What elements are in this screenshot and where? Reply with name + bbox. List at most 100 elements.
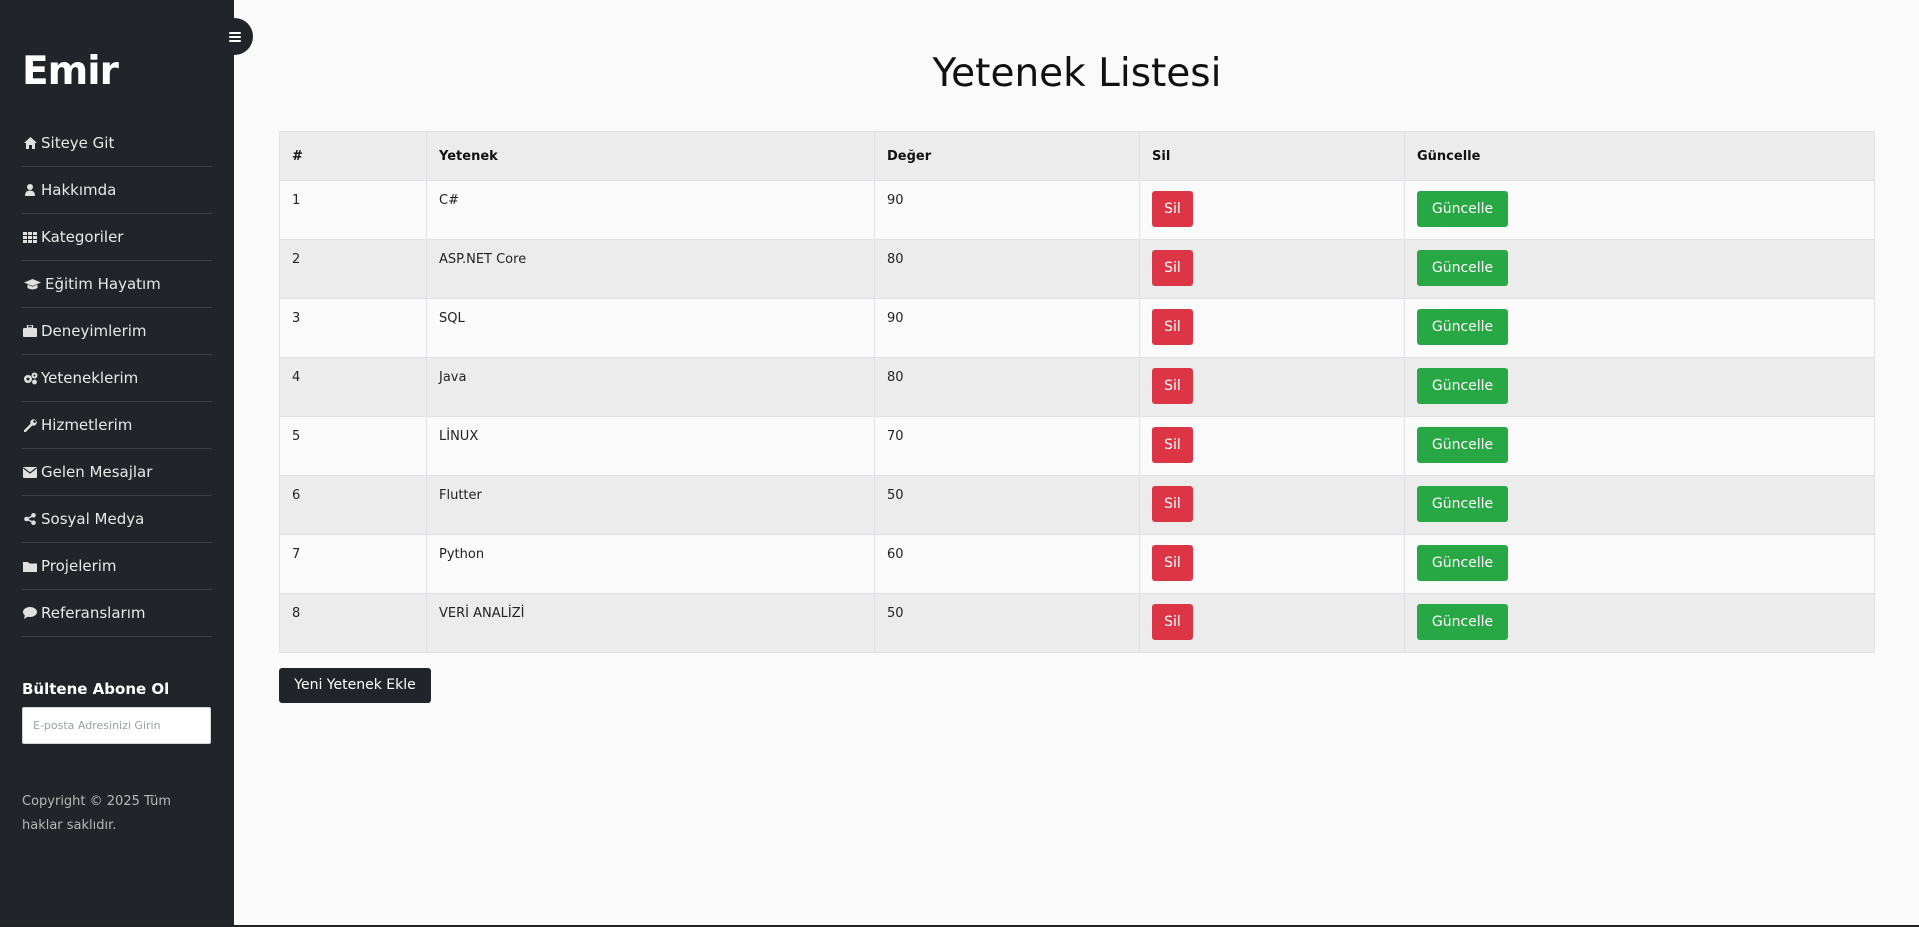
- sidebar-item-yeteneklerim[interactable]: Yeteneklerim: [22, 355, 212, 402]
- cell-skill: Python: [426, 534, 875, 594]
- cell-number: 6: [279, 475, 427, 535]
- column-header-number: #: [279, 131, 427, 181]
- delete-button[interactable]: Sil: [1152, 427, 1193, 463]
- page-title: Yetenek Listesi: [932, 51, 1222, 96]
- main-content: Yetenek Listesi # Yetenek Değer Sil Günc…: [279, 0, 1875, 703]
- sidebar-item-label: Hizmetlerim: [41, 416, 133, 434]
- sidebar-toggle-button[interactable]: [216, 18, 253, 55]
- sidebar-item-siteye-git[interactable]: Siteye Git: [22, 120, 212, 167]
- newsletter-email-input[interactable]: [22, 707, 211, 744]
- sidebar-item-label: Hakkımda: [41, 181, 117, 199]
- cell-number: 8: [279, 593, 427, 653]
- cell-value: 50: [874, 593, 1140, 653]
- delete-button[interactable]: Sil: [1152, 309, 1193, 345]
- gears-icon: [22, 372, 38, 385]
- cell-skill: SQL: [426, 298, 875, 358]
- sidebar-item-label: Projelerim: [41, 557, 117, 575]
- menu-icon: [228, 31, 241, 42]
- cell-value: 80: [874, 239, 1140, 299]
- update-button[interactable]: Güncelle: [1417, 604, 1508, 640]
- briefcase-icon: [22, 325, 38, 337]
- sidebar-nav: Siteye Git Hakkımda Kategoriler Eğitim H…: [22, 120, 212, 637]
- table-row: 2 ASP.NET Core 80 Sil Güncelle: [279, 239, 1875, 299]
- cell-update: Güncelle: [1404, 239, 1875, 299]
- delete-button[interactable]: Sil: [1152, 250, 1193, 286]
- add-skill-button[interactable]: Yeni Yetenek Ekle: [279, 668, 431, 703]
- table-row: 8 VERİ ANALİZİ 50 Sil Güncelle: [279, 593, 1875, 653]
- sidebar: Emir Siteye Git Hakkımda Kategoriler Eği…: [0, 0, 234, 925]
- delete-button[interactable]: Sil: [1152, 486, 1193, 522]
- sidebar-item-hakkimda[interactable]: Hakkımda: [22, 167, 212, 214]
- cell-delete: Sil: [1139, 593, 1405, 653]
- sidebar-item-egitim-hayatim[interactable]: Eğitim Hayatım: [22, 261, 212, 308]
- sidebar-item-referanslarim[interactable]: Referanslarım: [22, 590, 212, 637]
- column-header-delete: Sil: [1139, 131, 1405, 181]
- sidebar-item-kategoriler[interactable]: Kategoriler: [22, 214, 212, 261]
- cell-delete: Sil: [1139, 239, 1405, 299]
- delete-button[interactable]: Sil: [1152, 604, 1193, 640]
- sidebar-item-deneyimlerim[interactable]: Deneyimlerim: [22, 308, 212, 355]
- cell-delete: Sil: [1139, 475, 1405, 535]
- table-row: 1 C# 90 Sil Güncelle: [279, 180, 1875, 240]
- update-button[interactable]: Güncelle: [1417, 309, 1508, 345]
- update-button[interactable]: Güncelle: [1417, 427, 1508, 463]
- folder-icon: [22, 561, 38, 572]
- sidebar-item-label: Deneyimlerim: [41, 322, 147, 340]
- table-row: 4 Java 80 Sil Güncelle: [279, 357, 1875, 417]
- cell-value: 80: [874, 357, 1140, 417]
- sidebar-item-label: Sosyal Medya: [41, 510, 145, 528]
- cell-number: 5: [279, 416, 427, 476]
- sidebar-item-label: Kategoriler: [41, 228, 124, 246]
- update-button[interactable]: Güncelle: [1417, 191, 1508, 227]
- cell-skill: VERİ ANALİZİ: [426, 593, 875, 653]
- delete-button[interactable]: Sil: [1152, 191, 1193, 227]
- table-row: 5 LİNUX 70 Sil Güncelle: [279, 416, 1875, 476]
- table-row: 7 Python 60 Sil Güncelle: [279, 534, 1875, 594]
- cell-update: Güncelle: [1404, 180, 1875, 240]
- update-button[interactable]: Güncelle: [1417, 250, 1508, 286]
- cell-skill: Flutter: [426, 475, 875, 535]
- cell-update: Güncelle: [1404, 475, 1875, 535]
- cell-value: 50: [874, 475, 1140, 535]
- cell-update: Güncelle: [1404, 416, 1875, 476]
- delete-button[interactable]: Sil: [1152, 545, 1193, 581]
- update-button[interactable]: Güncelle: [1417, 545, 1508, 581]
- sidebar-item-gelen-mesajlar[interactable]: Gelen Mesajlar: [22, 449, 212, 496]
- sidebar-item-hizmetlerim[interactable]: Hizmetlerim: [22, 402, 212, 449]
- table-row: 3 SQL 90 Sil Güncelle: [279, 298, 1875, 358]
- cell-value: 70: [874, 416, 1140, 476]
- sidebar-item-label: Eğitim Hayatım: [45, 275, 161, 293]
- brand-logo[interactable]: Emir: [22, 48, 212, 96]
- cell-update: Güncelle: [1404, 298, 1875, 358]
- user-icon: [22, 184, 38, 196]
- cell-delete: Sil: [1139, 180, 1405, 240]
- share-icon: [22, 513, 38, 525]
- update-button[interactable]: Güncelle: [1417, 368, 1508, 404]
- update-button[interactable]: Güncelle: [1417, 486, 1508, 522]
- sidebar-item-sosyal-medya[interactable]: Sosyal Medya: [22, 496, 212, 543]
- cell-skill: LİNUX: [426, 416, 875, 476]
- cell-delete: Sil: [1139, 534, 1405, 594]
- sidebar-item-label: Yeteneklerim: [41, 369, 139, 387]
- sidebar-item-label: Siteye Git: [41, 134, 115, 152]
- comment-icon: [22, 607, 38, 619]
- cell-skill: Java: [426, 357, 875, 417]
- column-header-skill: Yetenek: [426, 131, 875, 181]
- sidebar-item-projelerim[interactable]: Projelerim: [22, 543, 212, 590]
- cell-skill: ASP.NET Core: [426, 239, 875, 299]
- cell-number: 1: [279, 180, 427, 240]
- cell-delete: Sil: [1139, 416, 1405, 476]
- grid-icon: [22, 231, 38, 243]
- wrench-icon: [22, 418, 38, 432]
- newsletter-title: Bültene Abone Ol: [22, 680, 170, 698]
- cell-value: 60: [874, 534, 1140, 594]
- cell-value: 90: [874, 298, 1140, 358]
- cell-value: 90: [874, 180, 1140, 240]
- delete-button[interactable]: Sil: [1152, 368, 1193, 404]
- cell-number: 4: [279, 357, 427, 417]
- cell-number: 2: [279, 239, 427, 299]
- table-header-row: # Yetenek Değer Sil Güncelle: [279, 131, 1875, 181]
- sidebar-item-label: Gelen Mesajlar: [41, 463, 153, 481]
- cell-update: Güncelle: [1404, 593, 1875, 653]
- cell-update: Güncelle: [1404, 534, 1875, 594]
